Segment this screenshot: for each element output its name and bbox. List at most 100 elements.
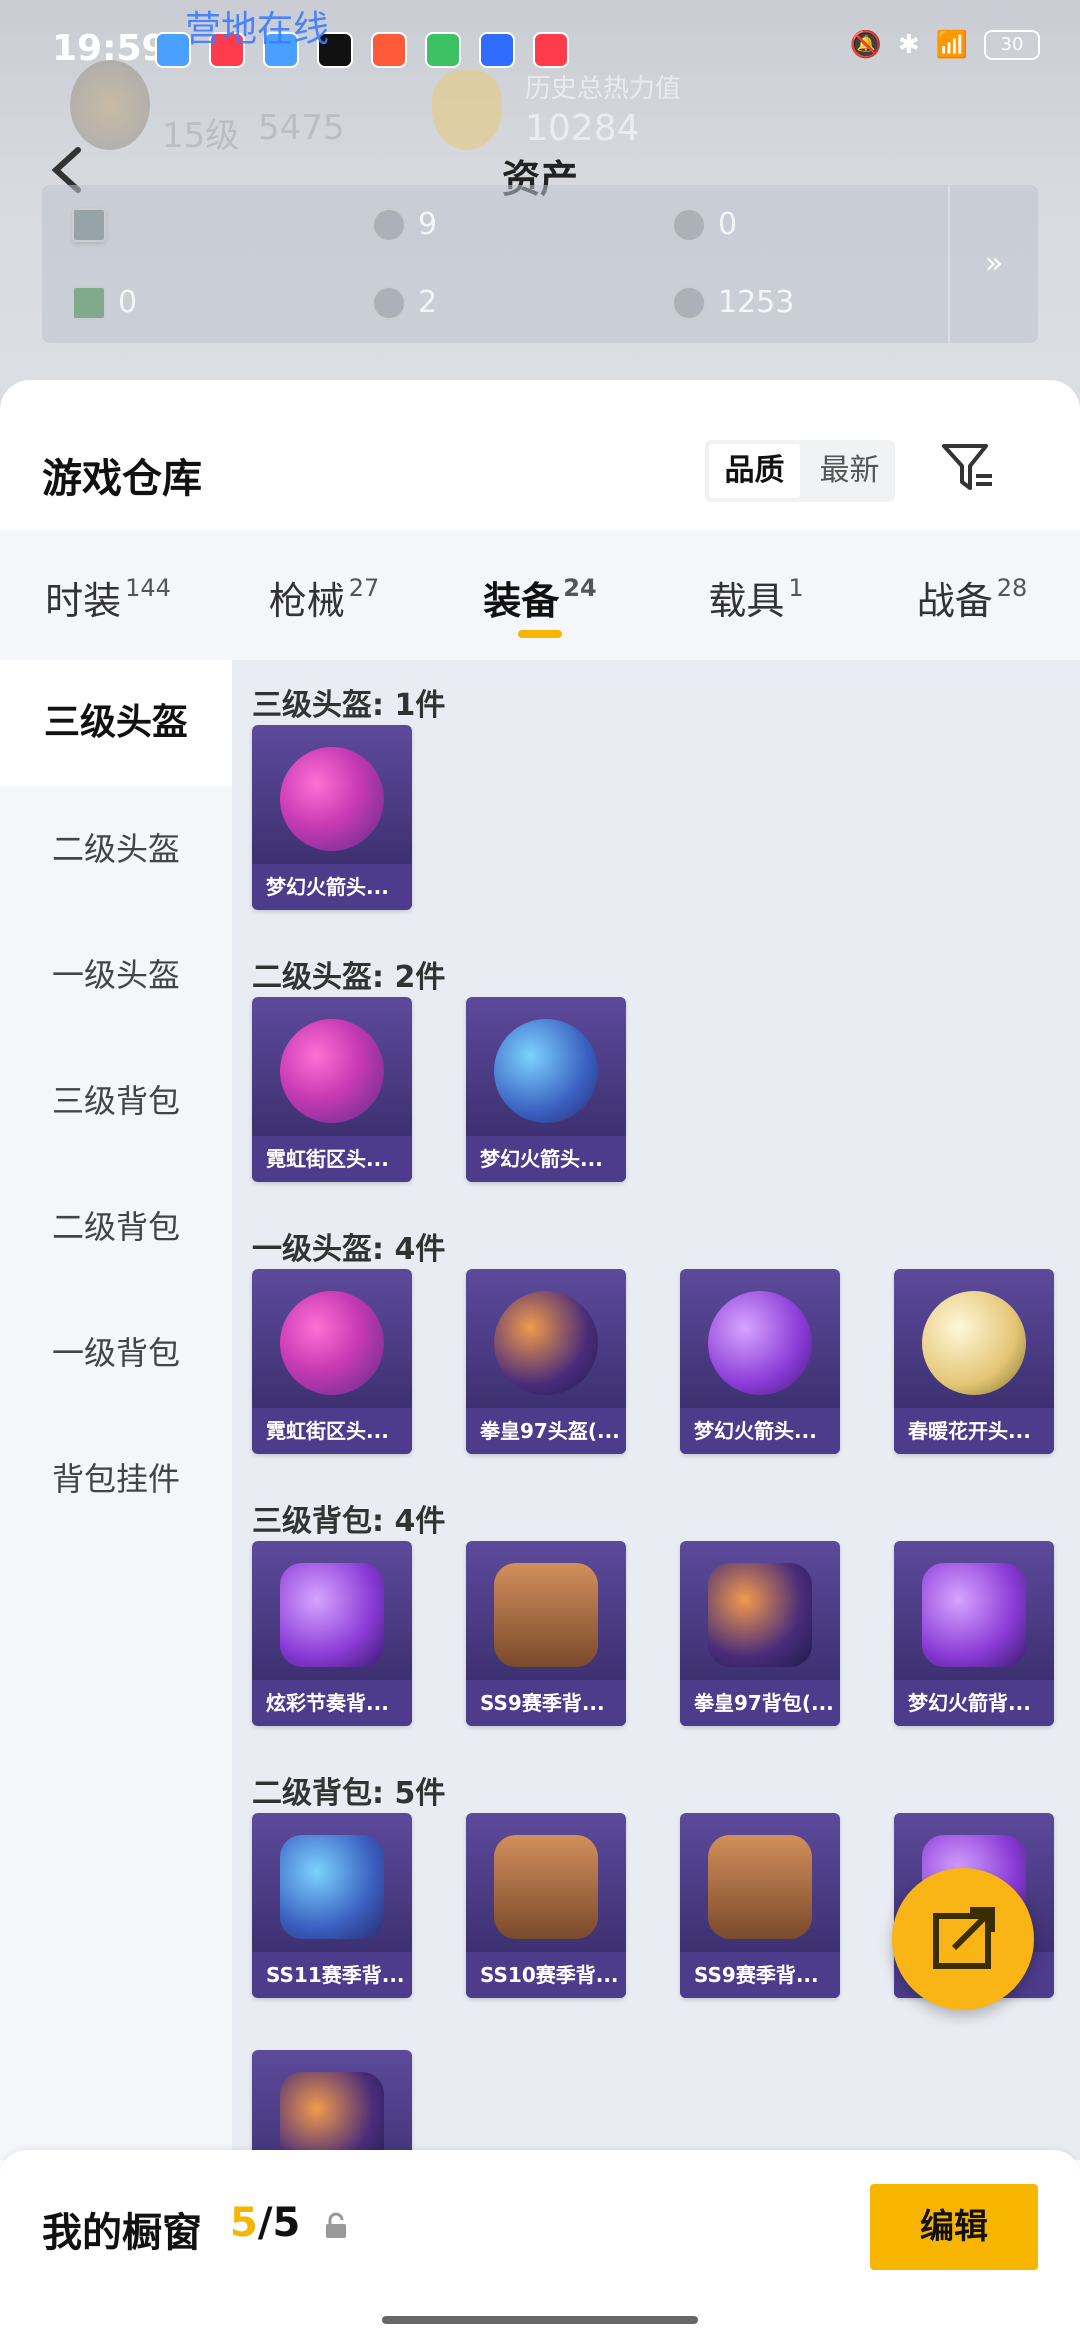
side-item-lv3-helmet[interactable]: 三级头盔 xyxy=(0,660,232,786)
more-assets-button[interactable]: » xyxy=(948,185,1038,343)
backpack-image xyxy=(708,1835,812,1939)
coin-icon xyxy=(672,207,706,242)
helmet-image xyxy=(494,1291,598,1395)
filter-icon[interactable] xyxy=(940,440,996,496)
helmet-image xyxy=(922,1291,1026,1395)
rank-badge-icon xyxy=(70,60,150,150)
section-title: 二级头盔: 2件 xyxy=(252,960,446,995)
asset-panel[interactable]: 0 9 0 0 2 1253 » xyxy=(42,185,1038,343)
sort-quality-button[interactable]: 品质 xyxy=(709,444,800,498)
tab-equipment[interactable]: 装备 24 xyxy=(432,530,648,660)
section-title: 二级背包: 5件 xyxy=(252,1776,446,1811)
card-icon xyxy=(72,207,106,242)
voucher-icon xyxy=(72,285,106,320)
item-label: SS9赛季背... xyxy=(680,1952,840,1998)
asset-item: 9 xyxy=(372,207,437,242)
item-label: 拳皇97背包(... xyxy=(680,1680,840,1726)
helmet-image xyxy=(280,1291,384,1395)
tab-supplies[interactable]: 战备 28 xyxy=(864,530,1080,660)
home-indicator xyxy=(382,2316,698,2324)
item-card[interactable]: 拳皇97头盔(... xyxy=(466,1269,626,1454)
lock-icon xyxy=(326,2212,346,2238)
item-card[interactable]: SS9赛季背... xyxy=(466,1541,626,1726)
asset-item: 2 xyxy=(372,285,437,320)
backpack-image xyxy=(280,1563,384,1667)
section-title: 一级头盔: 4件 xyxy=(252,1232,446,1267)
item-card[interactable]: 梦幻火箭头... xyxy=(252,725,412,910)
backpack-image xyxy=(494,1835,598,1939)
item-label: 梦幻火箭头... xyxy=(680,1408,840,1454)
item-card[interactable]: SS9赛季背... xyxy=(680,1813,840,1998)
share-icon xyxy=(933,1907,995,1969)
system-icons: 🔕 ✱ 📶 30 xyxy=(849,30,1040,60)
sort-latest-button[interactable]: 最新 xyxy=(804,440,895,502)
backpack-image xyxy=(280,1835,384,1939)
asset-item: 0 xyxy=(72,207,106,242)
asset-item: 0 xyxy=(72,285,137,320)
showcase-label: 我的橱窗 xyxy=(42,2210,202,2256)
asset-item: 1253 xyxy=(672,285,794,320)
profile-summary: 15级 5475 历史总热力值 10284 xyxy=(70,60,1010,160)
helmet-image xyxy=(708,1291,812,1395)
side-item-lv3-backpack[interactable]: 三级背包 xyxy=(0,1038,232,1164)
backpack-image xyxy=(708,1563,812,1667)
item-card[interactable]: 霓虹街区头... xyxy=(252,997,412,1182)
category-tabs: 时装 144 枪械 27 装备 24 载具 1 战备 28 xyxy=(0,530,1080,660)
showcase-count: 5/5 xyxy=(230,2200,301,2246)
helmet-image xyxy=(494,1019,598,1123)
side-item-lv1-helmet[interactable]: 一级头盔 xyxy=(0,912,232,1038)
bronze-coin-icon xyxy=(672,285,706,320)
item-card[interactable]: 梦幻火箭背... xyxy=(894,1541,1054,1726)
battery-icon: 30 xyxy=(984,30,1040,60)
token-icon xyxy=(372,207,406,242)
warehouse-sheet: 游戏仓库 品质 最新 时装 144 枪械 27 装备 24 载具 1 战备 28 三级头盔… xyxy=(0,380,1080,2340)
item-label: SS10赛季背... xyxy=(466,1952,626,1998)
item-label: SS11赛季背... xyxy=(252,1952,412,1998)
item-label: 梦幻火箭头... xyxy=(252,864,412,910)
item-label: 炫彩节奏背... xyxy=(252,1680,412,1726)
helmet-image xyxy=(280,747,384,851)
item-card[interactable]: 拳皇97背包(... xyxy=(680,1541,840,1726)
warehouse-title: 游戏仓库 xyxy=(42,456,202,502)
heat-value: 10284 xyxy=(525,108,640,149)
backpack-image xyxy=(922,1563,1026,1667)
tab-vehicles[interactable]: 载具 1 xyxy=(648,530,864,660)
backpack-image xyxy=(280,2072,384,2160)
backpack-image xyxy=(494,1563,598,1667)
side-item-backpack-charm[interactable]: 背包挂件 xyxy=(0,1416,232,1542)
item-card[interactable]: 春暖花开头... xyxy=(894,1269,1054,1454)
side-item-lv1-backpack[interactable]: 一级背包 xyxy=(0,1290,232,1416)
item-card[interactable]: 霓虹街区头... xyxy=(252,1269,412,1454)
gem-icon xyxy=(372,285,406,320)
edit-button[interactable]: 编辑 xyxy=(870,2184,1038,2270)
item-label: 春暖花开头... xyxy=(894,1408,1054,1454)
showcase-bar: 我的橱窗 5/5 编辑 xyxy=(0,2150,1080,2340)
item-label: 梦幻火箭背... xyxy=(894,1680,1054,1726)
item-card[interactable]: 炫彩节奏背... xyxy=(252,1541,412,1726)
helmet-image xyxy=(280,1019,384,1123)
item-card[interactable] xyxy=(252,2050,412,2160)
item-card[interactable]: SS11赛季背... xyxy=(252,1813,412,1998)
item-label: 霓虹街区头... xyxy=(252,1408,412,1454)
item-label: 拳皇97头盔(... xyxy=(466,1408,626,1454)
item-label: SS9赛季背... xyxy=(466,1680,626,1726)
item-card[interactable]: SS10赛季背... xyxy=(466,1813,626,1998)
item-label: 霓虹街区头... xyxy=(252,1136,412,1182)
item-card[interactable]: 梦幻火箭头... xyxy=(680,1269,840,1454)
heat-label: 历史总热力值 xyxy=(525,74,682,104)
tab-fashion[interactable]: 时装 144 xyxy=(0,530,216,660)
asset-item: 0 xyxy=(672,207,737,242)
tab-weapons[interactable]: 枪械 27 xyxy=(216,530,432,660)
share-button[interactable] xyxy=(892,1868,1034,2010)
side-item-lv2-backpack[interactable]: 二级背包 xyxy=(0,1164,232,1290)
item-label: 梦幻火箭头... xyxy=(466,1136,626,1182)
bluetooth-icon: ✱ xyxy=(897,30,920,60)
side-item-lv2-helmet[interactable]: 二级头盔 xyxy=(0,786,232,912)
mute-icon: 🔕 xyxy=(849,30,882,60)
item-card[interactable]: 梦幻火箭头... xyxy=(466,997,626,1182)
section-title: 三级背包: 4件 xyxy=(252,1504,446,1539)
overlay-app-label: 营地在线 xyxy=(185,9,330,50)
section-title: 三级头盔: 1件 xyxy=(252,688,446,723)
flame-icon xyxy=(432,70,502,150)
sort-toggle: 品质 最新 xyxy=(705,440,895,502)
